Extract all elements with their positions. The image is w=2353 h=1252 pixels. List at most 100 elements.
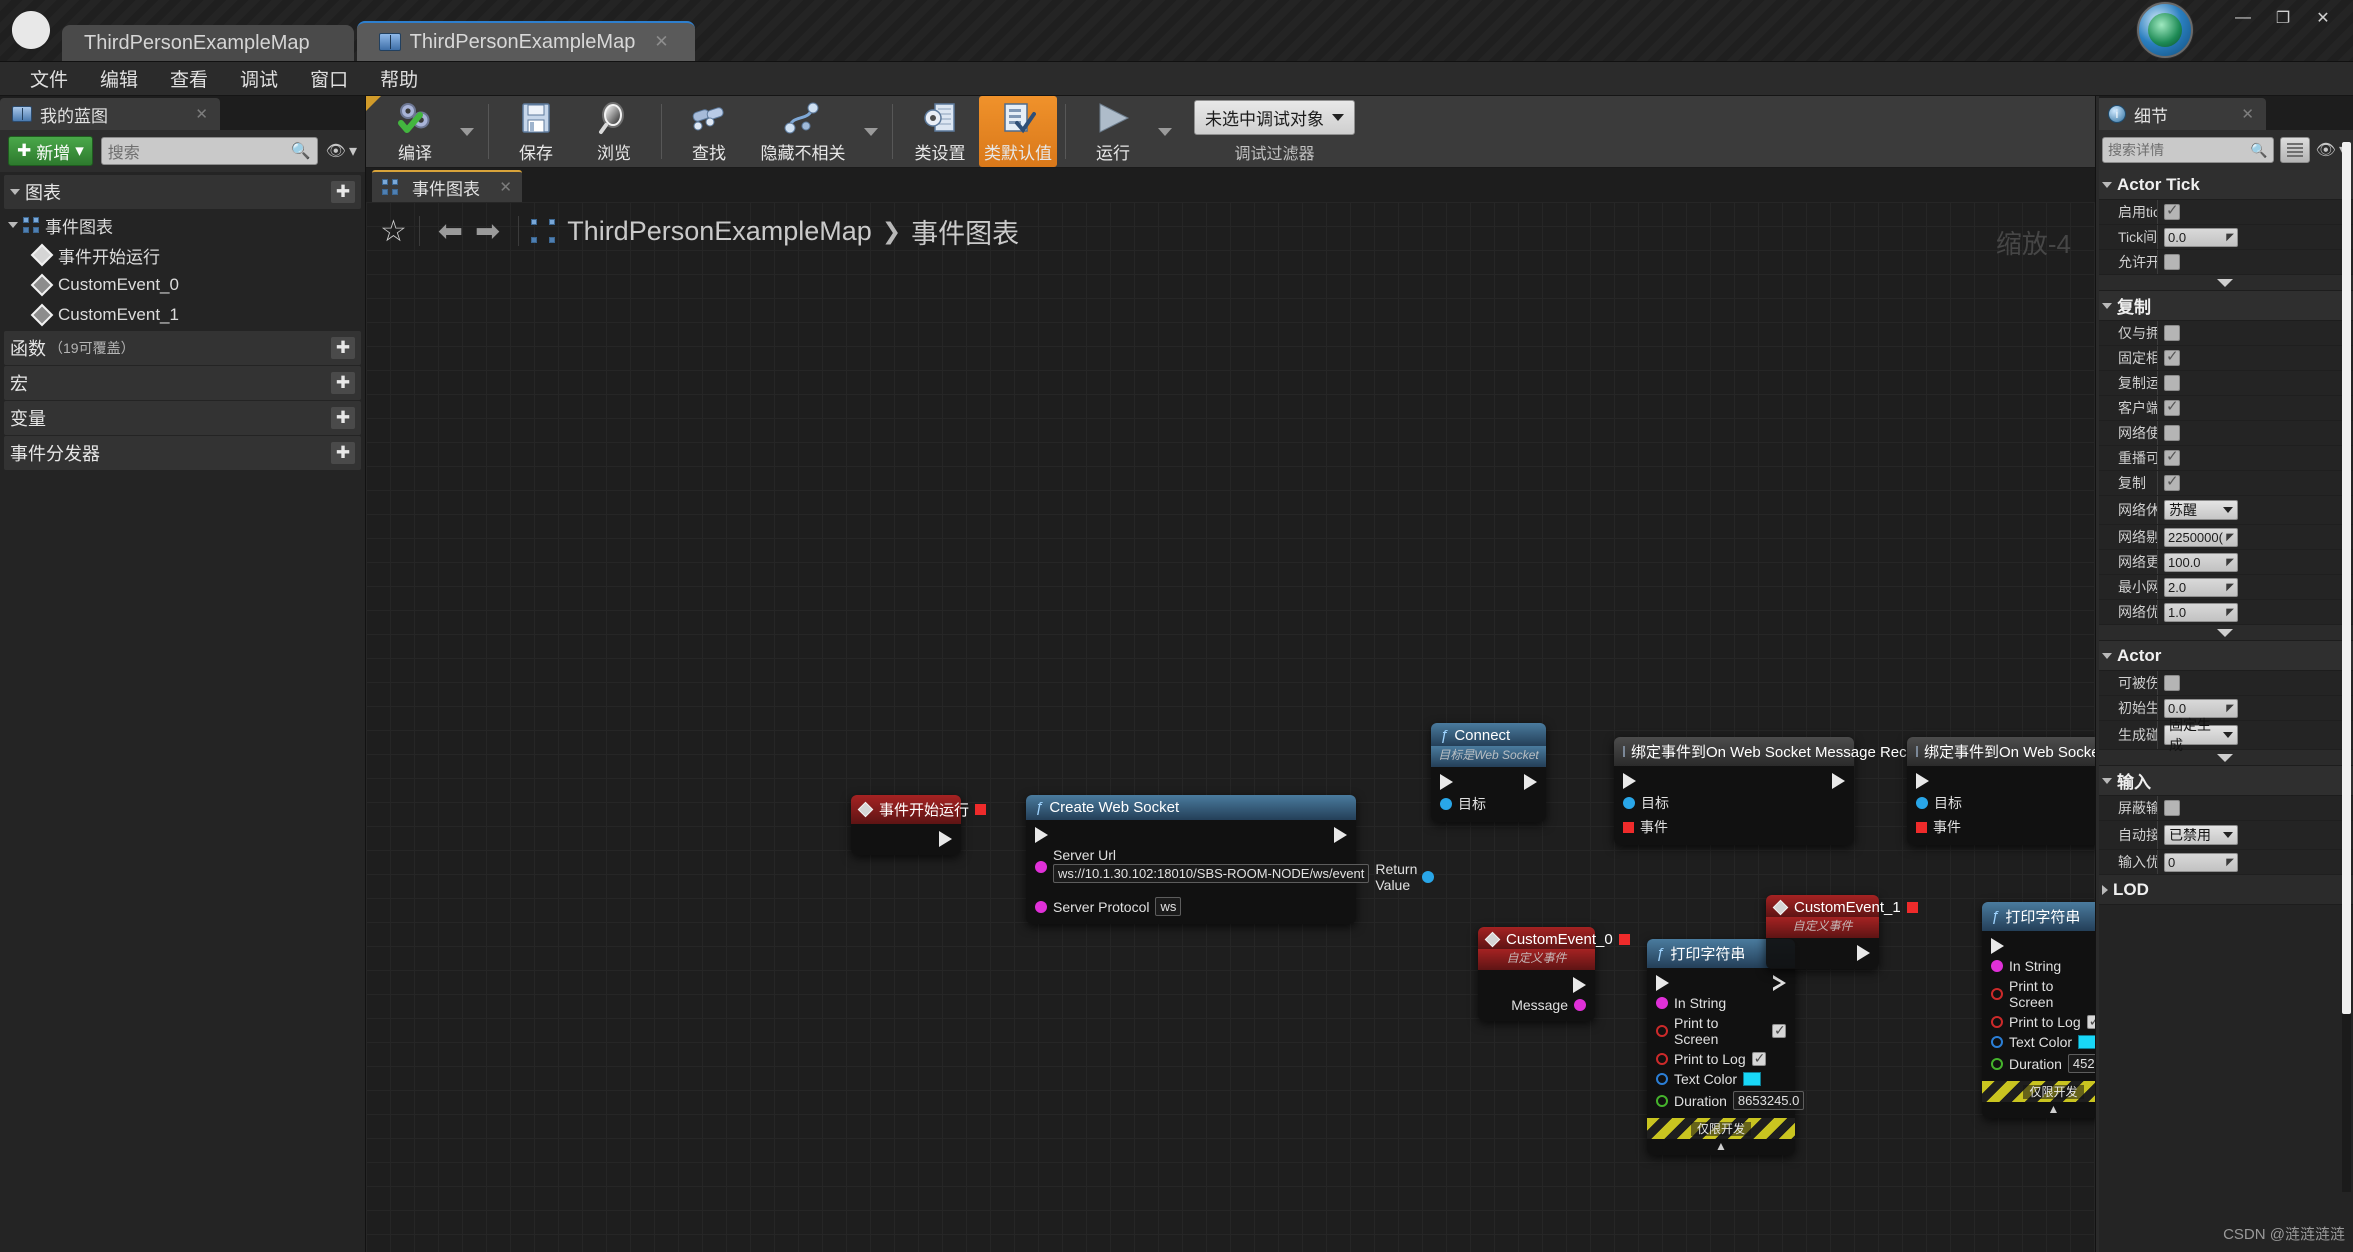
property-checkbox[interactable] xyxy=(2164,347,2180,366)
property-select[interactable]: 苏醒 xyxy=(2164,500,2238,520)
in-string-pin[interactable] xyxy=(1991,960,2003,972)
spinner-icon[interactable]: ◤ xyxy=(2226,607,2234,618)
collapse-pins-button[interactable]: ▲ xyxy=(1982,1102,2095,1118)
text-color-pin[interactable] xyxy=(1656,1073,1668,1085)
property-checkbox[interactable] xyxy=(2164,201,2180,220)
server-url-input[interactable]: ws://10.1.30.102:18010/SBS-ROOM-NODE/ws/… xyxy=(1053,864,1370,883)
add-new-button[interactable]: ✚ 新增 ▾ xyxy=(8,136,93,166)
section-functions[interactable]: 函数 （19可覆盖） ✚ xyxy=(4,331,361,365)
details-category-replication[interactable]: 复制 xyxy=(2096,291,2353,321)
property-select[interactable]: 已禁用 xyxy=(2164,825,2238,845)
tree-item-custom-event-0[interactable]: CustomEvent_0 xyxy=(0,270,365,300)
details-category-input[interactable]: 输入 xyxy=(2096,766,2353,796)
spinner-icon[interactable]: ◤ xyxy=(2226,232,2234,243)
server-url-pin[interactable] xyxy=(1035,861,1047,873)
node-print-string-0[interactable]: ƒ 打印字符串 In String Print to Screen ✓ Prin… xyxy=(1647,939,1805,1155)
compile-button[interactable]: 编译 xyxy=(376,96,454,167)
save-button[interactable]: 保存 xyxy=(497,96,575,167)
property-checkbox[interactable] xyxy=(2164,375,2180,391)
property-checkbox[interactable] xyxy=(2164,425,2180,441)
favorite-star-icon[interactable]: ☆ xyxy=(380,214,407,249)
collapse-pins-button[interactable]: ▲ xyxy=(1647,1139,1795,1155)
target-pin[interactable] xyxy=(1916,797,1928,809)
delegate-pin[interactable] xyxy=(975,804,987,815)
exec-out-pin[interactable] xyxy=(1524,774,1537,790)
class-settings-button[interactable]: 类设置 xyxy=(901,96,979,167)
graph-canvas[interactable]: ☆ ⬅ ➡ ThirdPersonExampleMap ❯ 事件图表 缩放-4 … xyxy=(366,202,2095,1252)
exec-out-pin[interactable] xyxy=(1773,975,1786,991)
event-pin[interactable] xyxy=(1916,821,1927,833)
delegate-pin[interactable] xyxy=(1906,902,1918,913)
visibility-options-button[interactable]: 👁 ▾ xyxy=(326,141,357,161)
exec-out-pin[interactable] xyxy=(1857,945,1870,961)
maximize-button[interactable]: ❐ xyxy=(2263,4,2303,32)
property-number-input[interactable]: 0.0 ◤ xyxy=(2164,227,2238,247)
property-number-input[interactable]: 2250000(◤ xyxy=(2164,527,2238,547)
add-function-button[interactable]: ✚ xyxy=(331,337,355,359)
menu-item-file[interactable]: 文件 xyxy=(14,62,84,95)
section-macros[interactable]: 宏 ✚ xyxy=(4,366,361,400)
menu-item-debug[interactable]: 调试 xyxy=(224,62,294,95)
spinner-icon[interactable]: ◤ xyxy=(2226,582,2234,593)
property-select[interactable]: 固定生成 xyxy=(2164,717,2238,753)
close-icon[interactable]: ✕ xyxy=(2241,105,2254,123)
property-checkbox[interactable] xyxy=(2164,325,2180,341)
node-custom-event-0[interactable]: CustomEvent_0 自定义事件 Message xyxy=(1478,927,1630,1021)
browse-button[interactable]: 浏览 xyxy=(575,96,653,167)
node-connect[interactable]: ƒ Connect 目标是Web Socket 目标 xyxy=(1431,723,1546,822)
target-pin[interactable] xyxy=(1623,797,1635,809)
print-to-log-pin[interactable] xyxy=(1991,1016,2003,1028)
scrollbar-thumb[interactable] xyxy=(2342,142,2351,1014)
node-create-web-socket[interactable]: ƒ Create Web Socket Server Url ws://10.1… xyxy=(1026,795,1435,924)
tree-item-event-beginplay[interactable]: 事件开始运行 xyxy=(0,240,365,270)
exec-out-pin[interactable] xyxy=(1334,827,1347,843)
server-protocol-pin[interactable] xyxy=(1035,900,1047,913)
node-print-string-1[interactable]: ƒ 打印字符串 In String Print to Screen Print … xyxy=(1982,902,2095,1118)
exec-in-pin[interactable] xyxy=(1991,938,2004,954)
text-color-pin[interactable] xyxy=(1991,1036,2003,1048)
text-color-swatch[interactable] xyxy=(1743,1072,1762,1086)
exec-in-pin[interactable] xyxy=(1916,773,1929,789)
close-window-button[interactable]: ✕ xyxy=(2303,4,2343,32)
minimize-button[interactable]: — xyxy=(2223,4,2263,32)
property-number-input[interactable]: 100.0 ◤ xyxy=(2164,552,2238,572)
delegate-pin[interactable] xyxy=(1618,934,1630,945)
menu-item-help[interactable]: 帮助 xyxy=(364,62,434,95)
section-graphs[interactable]: 图表 ✚ xyxy=(4,175,361,209)
details-expander[interactable] xyxy=(2096,625,2353,641)
blueprint-search-input[interactable]: 搜索 🔍 xyxy=(100,137,318,165)
target-pin[interactable] xyxy=(1440,798,1452,810)
menu-item-window[interactable]: 窗口 xyxy=(294,62,364,95)
exec-out-pin[interactable] xyxy=(1832,773,1845,789)
exec-in-pin[interactable] xyxy=(1656,975,1669,991)
print-to-screen-pin[interactable] xyxy=(1656,1025,1668,1037)
exec-in-pin[interactable] xyxy=(1623,773,1636,789)
duration-input[interactable]: 8653245.0 xyxy=(1732,1091,1805,1110)
details-category-lod[interactable]: LOD xyxy=(2096,875,2353,905)
exec-out-pin[interactable] xyxy=(939,831,952,847)
close-icon[interactable]: ✕ xyxy=(195,105,208,123)
event-pin[interactable] xyxy=(1623,821,1634,833)
duration-pin[interactable] xyxy=(1656,1094,1668,1107)
node-event-begin-play[interactable]: 事件开始运行 xyxy=(851,795,987,855)
play-dropdown[interactable] xyxy=(1152,96,1178,167)
property-checkbox[interactable] xyxy=(2164,675,2180,691)
property-number-input[interactable]: 2.0 ◤ xyxy=(2164,577,2238,597)
property-checkbox[interactable] xyxy=(2164,397,2180,416)
print-to-screen-checkbox[interactable] xyxy=(1772,1022,1786,1039)
debug-object-select[interactable]: 未选中调试对象 xyxy=(1194,99,1355,135)
property-checkbox[interactable] xyxy=(2164,447,2180,466)
print-to-screen-pin[interactable] xyxy=(1991,988,2003,1000)
back-arrow-icon[interactable]: ⬅ xyxy=(432,214,469,249)
property-checkbox[interactable] xyxy=(2164,472,2180,491)
property-checkbox[interactable] xyxy=(2164,800,2180,816)
window-tab-1[interactable]: ThirdPersonExampleMap ✕ xyxy=(356,21,695,61)
close-icon[interactable]: ✕ xyxy=(499,178,512,196)
duration-input[interactable]: 452345.0 xyxy=(2067,1054,2095,1073)
find-button[interactable]: 查找 xyxy=(670,96,748,167)
spinner-icon[interactable]: ◤ xyxy=(2226,857,2234,868)
property-number-input[interactable]: 0 ◤ xyxy=(2164,852,2238,872)
tree-item-custom-event-1[interactable]: CustomEvent_1 xyxy=(0,300,365,330)
tab-event-graph[interactable]: 事件图表 ✕ xyxy=(372,170,522,202)
add-variable-button[interactable]: ✚ xyxy=(331,407,355,429)
